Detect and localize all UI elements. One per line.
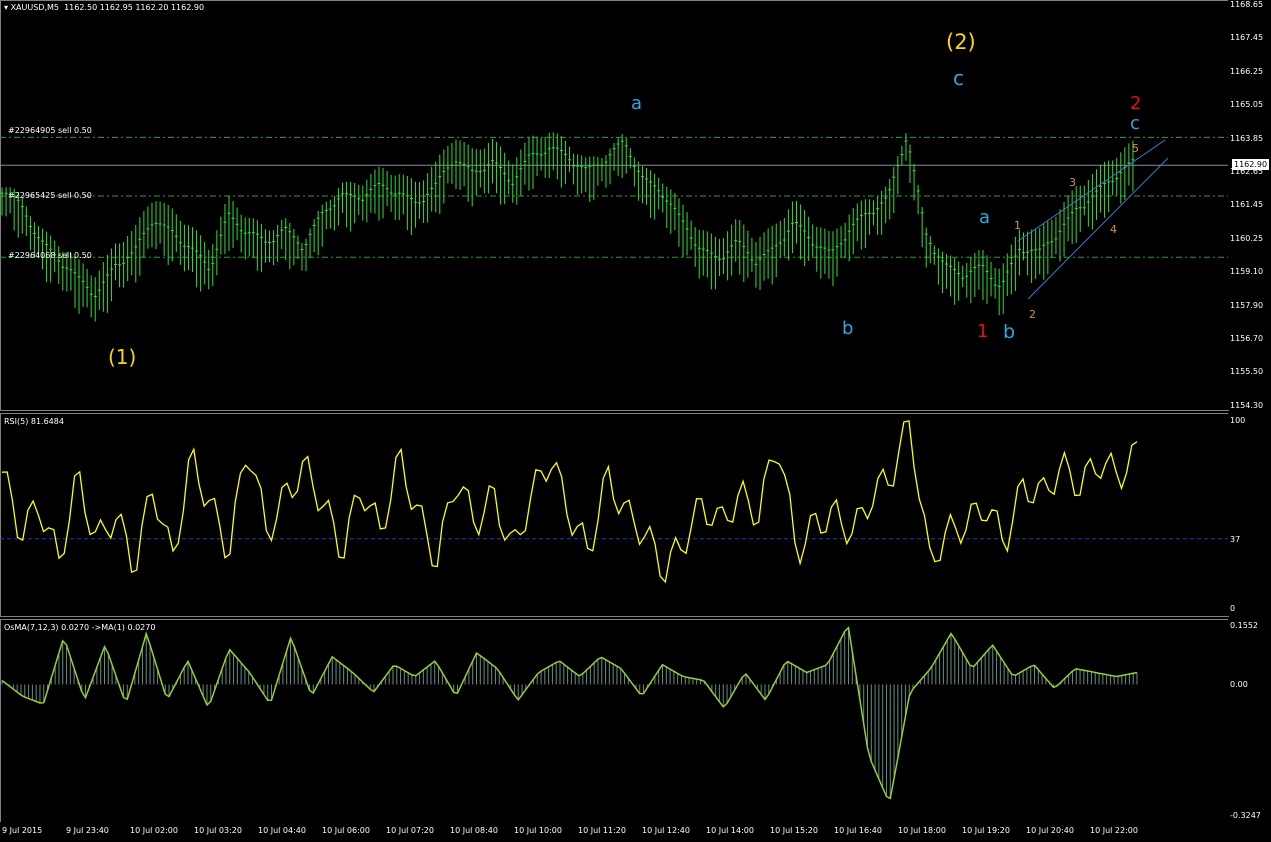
price-tick: 1159.10 — [1230, 267, 1264, 277]
osma-tick-bottom: -0.3247 — [1230, 811, 1261, 820]
price-tick: 1155.50 — [1230, 367, 1264, 377]
channel-upper-line[interactable] — [1017, 139, 1166, 242]
rsi-chart-svg — [0, 420, 1228, 584]
time-tick-label: 10 Jul 02:00 — [130, 826, 178, 835]
wave-label-c: c — [953, 66, 964, 90]
wave-label-1-red: 1 — [977, 321, 989, 342]
osma-tick-top: 0.1552 — [1230, 621, 1258, 630]
time-tick-label: 10 Jul 11:20 — [578, 826, 626, 835]
osma-label: OsMA(7,12,3) 0.0270 ->MA(1) 0.0270 — [4, 623, 156, 632]
time-tick-label: 10 Jul 19:20 — [962, 826, 1010, 835]
time-tick-label: 9 Jul 23:40 — [66, 826, 109, 835]
price-tick: 1168.65 — [1230, 0, 1264, 9]
price-tick: 1157.90 — [1230, 300, 1264, 310]
time-tick-label: 10 Jul 07:20 — [386, 826, 434, 835]
time-tick-label: 10 Jul 06:00 — [322, 826, 370, 835]
order-label-2[interactable]: #22965425 sell 0.50 — [8, 191, 92, 200]
time-tick-label: 10 Jul 08:40 — [450, 826, 498, 835]
time-tick-label: 10 Jul 12:40 — [642, 826, 690, 835]
osma-signal-line — [1, 626, 1138, 800]
price-tick: 1163.85 — [1230, 133, 1264, 143]
subwave-label-2: 2 — [1029, 308, 1036, 321]
price-tick: 1166.25 — [1230, 66, 1264, 76]
rsi-line — [1, 420, 1138, 584]
wave-label-a: a — [631, 93, 643, 114]
price-tick: 1161.45 — [1230, 200, 1264, 210]
wave-label-b-small: b — [1003, 321, 1016, 343]
channel-lower-line[interactable] — [1027, 157, 1169, 300]
wave-label-2: (2) — [946, 30, 976, 54]
price-tick: 1160.25 — [1230, 233, 1264, 243]
price-tick: 1165.05 — [1230, 100, 1264, 110]
rsi-tick-100: 100 — [1230, 416, 1246, 425]
subwave-label-5: 5 — [1132, 142, 1139, 155]
order-label-3[interactable]: #22964068 sell 0.50 — [8, 251, 92, 260]
rsi-label: RSI(5) 81.6484 — [4, 417, 64, 426]
ohlc-values: 1162.50 1162.95 1162.20 1162.90 — [64, 3, 205, 12]
time-tick-label: 10 Jul 14:00 — [706, 826, 754, 835]
wave-label-2-red: 2 — [1130, 93, 1142, 114]
header-dropdown-icon[interactable]: ▾ — [4, 3, 8, 12]
wave-label-a-small: a — [979, 207, 991, 228]
rsi-tick-37: 37 — [1230, 535, 1241, 544]
price-tick: 1156.70 — [1230, 334, 1264, 343]
osma-tick-zero: 0.00 — [1230, 680, 1248, 689]
price-tick: 1167.45 — [1230, 33, 1264, 43]
time-tick-label: 10 Jul 03:20 — [194, 826, 242, 835]
order-label-1[interactable]: #22964905 sell 0.50 — [8, 126, 92, 135]
rsi-tick-0: 0 — [1230, 604, 1236, 613]
subwave-label-4: 4 — [1110, 223, 1117, 236]
wave-label-1: (1) — [108, 345, 137, 369]
wave-label-c-small: c — [1130, 113, 1140, 134]
time-tick-label: 9 Jul 2015 — [2, 826, 43, 835]
time-tick-label: 10 Jul 16:40 — [834, 826, 882, 835]
time-tick-label: 10 Jul 15:20 — [770, 826, 818, 835]
time-tick-label: 10 Jul 18:00 — [898, 826, 946, 835]
time-tick-label: 10 Jul 20:40 — [1026, 826, 1074, 835]
time-tick-label: 10 Jul 10:00 — [514, 826, 562, 835]
price-tick: 1154.30 — [1230, 400, 1264, 410]
subwave-label-3: 3 — [1069, 176, 1076, 189]
wave-label-b: b — [842, 318, 854, 339]
time-axis[interactable]: 9 Jul 2015 9 Jul 23:40 10 Jul 02:00 10 Jul … — [0, 822, 1271, 842]
time-tick-label: 10 Jul 04:40 — [258, 826, 306, 835]
osma-chart-svg — [1, 626, 1138, 800]
symbol-header: ▾ XAUUSD,M5 1162.50 1162.95 1162.20 1162… — [4, 3, 204, 12]
osma-axis — [1228, 619, 1271, 822]
rsi-axis — [1228, 413, 1271, 616]
price-chart-svg — [0, 132, 1228, 322]
symbol-label: XAUUSD,M5 — [10, 3, 59, 12]
time-tick-label: 10 Jul 22:00 — [1090, 826, 1138, 835]
current-price-tag: 1162.90 — [1232, 159, 1270, 170]
subwave-label-1: 1 — [1014, 219, 1021, 232]
